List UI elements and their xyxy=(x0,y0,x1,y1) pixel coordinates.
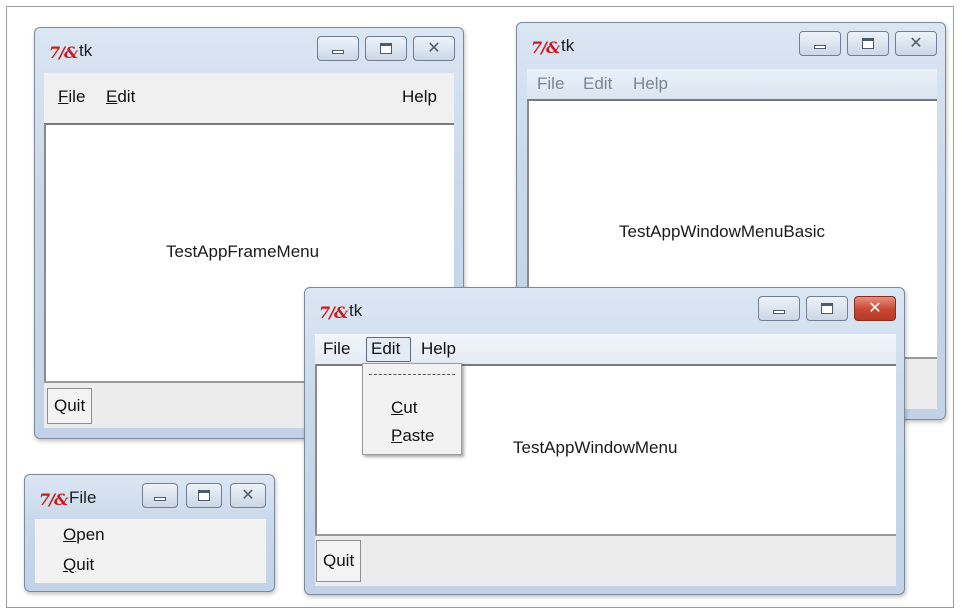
menu-file[interactable]: File xyxy=(323,334,350,364)
tk-logo-icon: 7/& xyxy=(39,490,68,509)
close-button[interactable]: ✕ xyxy=(413,36,455,61)
menu-item-paste[interactable]: Paste xyxy=(391,426,434,446)
window-file-tearoff: 7/& File ✕ Open Quit xyxy=(24,474,275,592)
tk-logo-icon: 7/& xyxy=(531,38,560,57)
titlebar[interactable]: 7/& tk ✕ xyxy=(305,288,904,328)
edit-dropdown-menu: Cut Paste xyxy=(362,363,462,455)
minimize-icon xyxy=(814,45,826,49)
minimize-icon xyxy=(332,50,344,54)
menubar: File Edit Help xyxy=(527,69,937,99)
window-controls: ✕ xyxy=(752,296,896,321)
minimize-icon xyxy=(773,310,785,314)
maximize-icon xyxy=(821,303,833,314)
close-button[interactable]: ✕ xyxy=(895,31,937,56)
maximize-icon xyxy=(198,490,210,501)
tk-logo-icon: 7/& xyxy=(49,43,78,62)
maximize-button[interactable] xyxy=(847,31,889,56)
tk-logo-icon: 7/& xyxy=(319,303,348,322)
minimize-button[interactable] xyxy=(142,483,178,508)
titlebar[interactable]: 7/& tk ✕ xyxy=(35,28,463,68)
menu-help[interactable]: Help xyxy=(402,81,437,113)
window-controls: ✕ xyxy=(793,31,937,56)
quit-button[interactable]: Quit xyxy=(316,540,362,582)
window-title: tk xyxy=(79,41,93,60)
close-button[interactable]: ✕ xyxy=(854,296,896,321)
maximize-icon xyxy=(380,43,392,54)
menu-file[interactable]: File xyxy=(537,69,564,99)
menu-item-quit[interactable]: Quit xyxy=(63,549,94,581)
menu-edit[interactable]: Edit xyxy=(583,69,612,99)
maximize-button[interactable] xyxy=(806,296,848,321)
window-title: tk xyxy=(349,301,363,320)
menu-help[interactable]: Help xyxy=(633,69,668,99)
menubar: File Edit Help xyxy=(315,334,896,364)
menubar: File Edit Help xyxy=(44,73,454,123)
file-menu-list: Open Quit xyxy=(35,519,266,583)
window-controls: ✕ xyxy=(134,483,266,508)
titlebar[interactable]: 7/& tk ✕ xyxy=(517,23,945,63)
quit-button[interactable]: Quit xyxy=(47,388,93,424)
maximize-icon xyxy=(862,38,874,49)
close-icon: ✕ xyxy=(427,38,441,57)
minimize-button[interactable] xyxy=(799,31,841,56)
minimize-icon xyxy=(154,497,166,501)
close-icon: ✕ xyxy=(241,485,255,504)
menu-edit[interactable]: Edit xyxy=(106,81,135,113)
tearoff-line[interactable] xyxy=(369,374,455,375)
body-text: TestAppWindowMenuBasic xyxy=(619,222,825,241)
minimize-button[interactable] xyxy=(758,296,800,321)
menu-item-open[interactable]: Open xyxy=(63,519,105,551)
menu-edit[interactable]: Edit xyxy=(371,334,400,364)
window-title: tk xyxy=(561,36,575,55)
button-bar: Quit xyxy=(315,534,896,586)
body-text: TestAppFrameMenu xyxy=(166,242,320,261)
maximize-button[interactable] xyxy=(365,36,407,61)
window-controls: ✕ xyxy=(311,36,455,61)
menu-item-cut[interactable]: Cut xyxy=(391,398,417,418)
window-menu: 7/& tk ✕ File Edit Help TestAppWindowMen… xyxy=(304,287,905,595)
close-icon: ✕ xyxy=(909,33,923,52)
body-text: TestAppWindowMenu xyxy=(513,438,678,457)
close-button[interactable]: ✕ xyxy=(230,483,266,508)
minimize-button[interactable] xyxy=(317,36,359,61)
window-title: File xyxy=(69,488,97,507)
menu-file[interactable]: File xyxy=(58,81,85,113)
maximize-button[interactable] xyxy=(186,483,222,508)
menu-help[interactable]: Help xyxy=(421,334,456,364)
titlebar[interactable]: 7/& File ✕ xyxy=(25,475,274,515)
close-icon: ✕ xyxy=(868,298,882,317)
